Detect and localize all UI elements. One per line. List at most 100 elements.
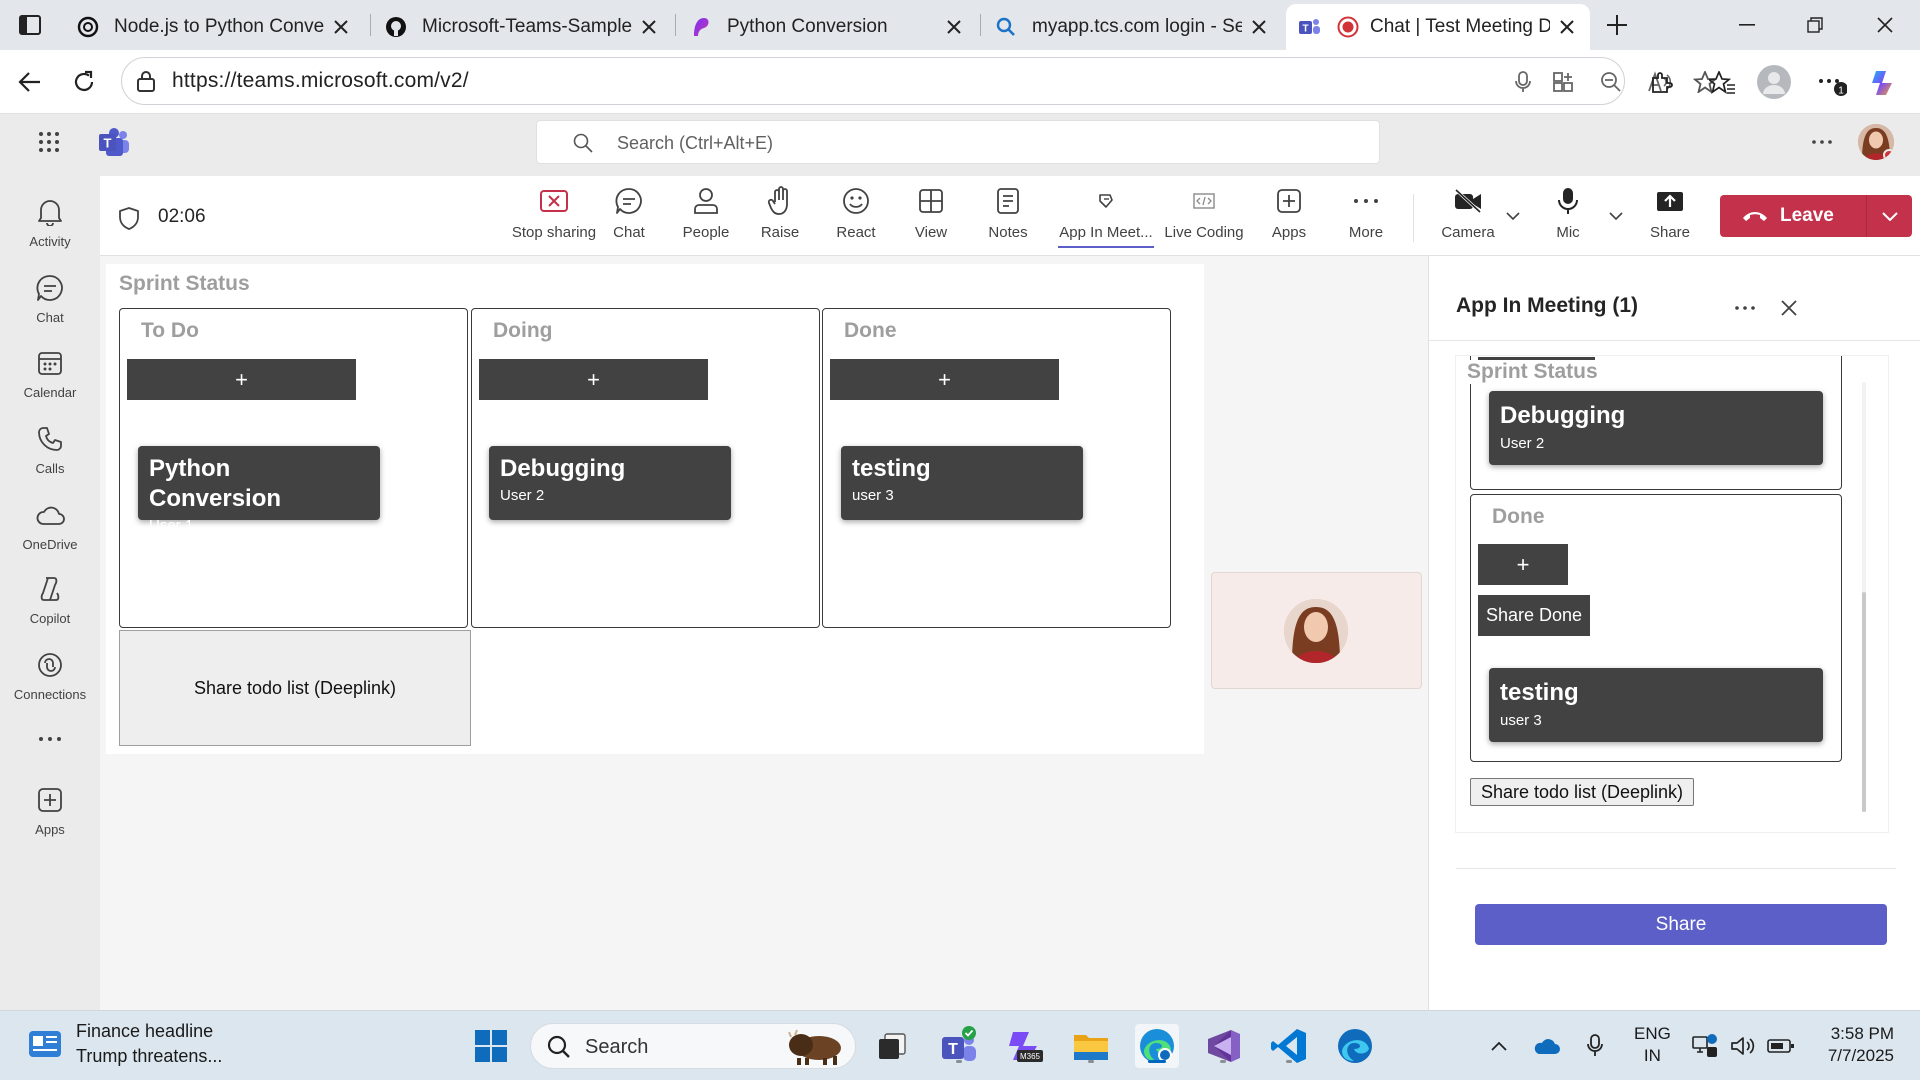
add-task-button[interactable]: + — [830, 359, 1059, 400]
new-tab-button[interactable] — [1602, 10, 1632, 40]
edge-browser-icon[interactable] — [1135, 1024, 1179, 1068]
more-apps-icon[interactable] — [0, 724, 100, 754]
start-button[interactable] — [469, 1024, 513, 1068]
language-indicator[interactable]: ENG IN — [1634, 1023, 1671, 1067]
add-task-button[interactable]: + — [479, 359, 708, 400]
minimize-window-button[interactable] — [1724, 10, 1770, 40]
shield-icon[interactable] — [118, 206, 140, 230]
rail-item-calls[interactable]: Calls — [0, 423, 100, 489]
task-card[interactable]: testing user 3 — [841, 446, 1083, 520]
stop-sharing-button[interactable]: Stop sharing — [511, 184, 597, 248]
restore-window-button[interactable] — [1792, 10, 1838, 40]
panel-scrollbar[interactable] — [1862, 382, 1866, 812]
people-button[interactable]: People — [678, 184, 734, 248]
visual-studio-icon[interactable] — [1201, 1024, 1245, 1068]
file-explorer-icon[interactable] — [1069, 1024, 1113, 1068]
share-deeplink-button[interactable]: Share todo list (Deeplink) — [119, 630, 471, 746]
rail-item-activity[interactable]: Activity — [0, 196, 100, 262]
scrollbar-thumb[interactable] — [1862, 592, 1866, 812]
share-to-stage-button[interactable]: Share — [1475, 904, 1887, 945]
zoom-out-icon[interactable] — [1598, 69, 1624, 95]
close-tab-icon[interactable] — [638, 16, 660, 38]
volume-icon[interactable] — [1728, 1031, 1758, 1061]
clock[interactable]: 3:58 PM 7/7/2025 — [1808, 1023, 1894, 1067]
leave-options-chevron-icon[interactable] — [1867, 195, 1912, 237]
news-widget[interactable]: Finance headline Trump threatens... — [28, 1021, 222, 1067]
task-card[interactable]: Python Conversion User 1 — [138, 446, 380, 534]
task-view-icon[interactable] — [870, 1024, 914, 1068]
more-button[interactable]: More — [1340, 184, 1392, 248]
task-card[interactable]: Debugging User 2 — [1489, 391, 1823, 465]
participant-video-tile[interactable] — [1211, 572, 1422, 689]
chat-button[interactable]: Chat — [604, 184, 654, 248]
rail-item-calendar[interactable]: Calendar — [0, 347, 100, 413]
extensions-icon[interactable] — [1645, 67, 1677, 99]
rail-item-onedrive[interactable]: OneDrive — [0, 499, 100, 565]
battery-icon[interactable] — [1766, 1031, 1796, 1061]
m365-copilot-icon[interactable]: M365 — [1003, 1024, 1047, 1068]
mic-button[interactable]: Mic — [1546, 184, 1590, 248]
react-button[interactable]: React — [830, 184, 882, 248]
task-card[interactable]: Debugging User 2 — [489, 446, 731, 520]
camera-options-chevron-icon[interactable] — [1503, 206, 1523, 226]
show-hidden-icons-chevron-icon[interactable] — [1484, 1031, 1514, 1061]
app-in-meeting-tab[interactable]: App In Meet... — [1058, 184, 1154, 248]
share-deeplink-button[interactable]: Share todo list (Deeplink) — [1470, 778, 1694, 806]
rail-label: Apps — [35, 822, 65, 837]
share-button[interactable]: Share — [1644, 184, 1696, 248]
rail-item-apps[interactable]: Apps — [0, 784, 100, 850]
settings-more-icon[interactable]: 1 — [1816, 67, 1848, 99]
task-card[interactable]: testing user 3 — [1489, 668, 1823, 742]
browser-tab[interactable]: Node.js to Python Convers — [64, 4, 364, 50]
apps-button[interactable]: Apps — [1264, 184, 1314, 248]
taskbar-search[interactable]: Search — [530, 1023, 856, 1069]
rail-item-connections[interactable]: Connections — [0, 649, 100, 715]
refresh-icon[interactable] — [68, 66, 100, 98]
favorites-icon[interactable] — [1706, 67, 1738, 99]
tab-actions-icon[interactable] — [16, 12, 44, 38]
browser-tab-active[interactable]: T Chat | Test Meeting D — [1286, 4, 1590, 50]
teams-search-box[interactable]: Search (Ctrl+Alt+E) — [536, 120, 1380, 164]
browser-tab[interactable]: myapp.tcs.com login - Sear — [982, 4, 1282, 50]
panel-more-icon[interactable] — [1731, 294, 1759, 322]
settings-more-icon[interactable] — [1808, 128, 1836, 156]
close-tab-icon[interactable] — [1248, 16, 1270, 38]
app-available-icon[interactable] — [1550, 69, 1576, 95]
lock-icon[interactable] — [136, 70, 156, 92]
user-avatar[interactable] — [1858, 124, 1894, 160]
camera-button[interactable]: Camera — [1434, 184, 1502, 248]
copilot-sidebar-icon[interactable] — [1868, 67, 1900, 99]
live-coding-button[interactable]: Live Coding — [1164, 184, 1244, 248]
browser-tab[interactable]: Python Conversion — [677, 4, 977, 50]
address-bar[interactable]: https://teams.microsoft.com/v2/ — [121, 57, 1717, 105]
close-tab-icon[interactable] — [330, 16, 352, 38]
network-icon[interactable] — [1690, 1031, 1720, 1061]
notes-button[interactable]: Notes — [980, 184, 1036, 248]
microphone-icon[interactable] — [1580, 1031, 1610, 1061]
add-task-button[interactable]: + — [127, 359, 356, 400]
vscode-icon[interactable] — [1267, 1024, 1311, 1068]
raise-hand-button[interactable]: Raise — [754, 184, 806, 248]
edge-dev-icon[interactable] — [1333, 1024, 1377, 1068]
mic-options-chevron-icon[interactable] — [1606, 206, 1626, 226]
task-user: User 1 — [149, 517, 194, 534]
browser-tab[interactable]: Microsoft-Teams-Samples/ — [372, 4, 672, 50]
microphone-icon[interactable] — [1510, 69, 1536, 95]
leave-button[interactable]: Leave — [1720, 195, 1912, 237]
close-tab-icon[interactable] — [1556, 16, 1578, 38]
rail-item-copilot[interactable]: Copilot — [0, 573, 100, 639]
leave-main[interactable]: Leave — [1720, 195, 1866, 237]
close-window-button[interactable] — [1862, 10, 1908, 40]
close-panel-icon[interactable] — [1775, 294, 1803, 322]
onedrive-cloud-icon[interactable] — [1532, 1031, 1562, 1061]
back-icon[interactable] — [14, 66, 46, 98]
rail-item-chat[interactable]: Chat — [0, 272, 100, 338]
add-task-button[interactable]: + — [1478, 544, 1568, 585]
close-tab-icon[interactable] — [943, 16, 965, 38]
teams-taskbar-icon[interactable]: T — [937, 1024, 981, 1068]
profile-avatar-icon[interactable] — [1757, 65, 1791, 99]
app-launcher-icon[interactable] — [38, 131, 60, 153]
notes-icon — [991, 184, 1025, 218]
share-done-button[interactable]: Share Done — [1478, 595, 1590, 636]
view-button[interactable]: View — [906, 184, 956, 248]
